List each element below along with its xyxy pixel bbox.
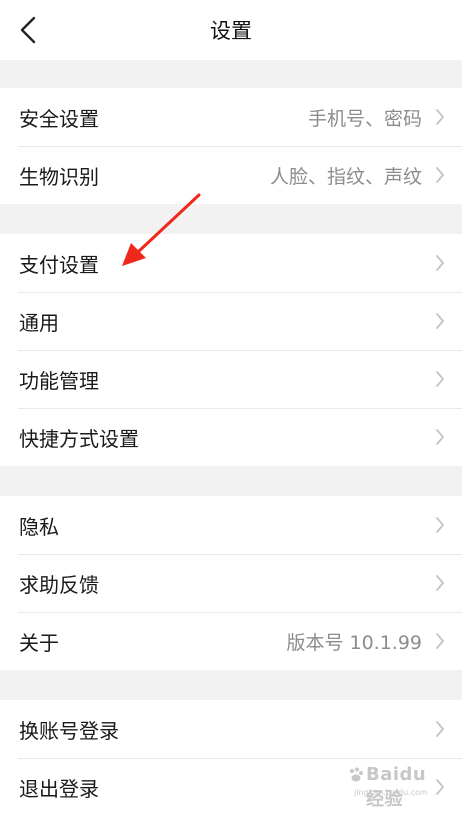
settings-item-shortcuts[interactable]: 快捷方式设置 bbox=[0, 408, 462, 466]
settings-item-label: 通用 bbox=[19, 310, 59, 335]
chevron-right-icon bbox=[434, 631, 446, 651]
settings-item-privacy[interactable]: 隐私 bbox=[0, 496, 462, 554]
settings-item-value: 手机号、密码 bbox=[307, 107, 422, 130]
settings-item-label: 换账号登录 bbox=[19, 718, 119, 743]
chevron-right-icon bbox=[434, 311, 446, 331]
page-title: 设置 bbox=[210, 19, 252, 43]
settings-group-account: 安全设置 手机号、密码 生物识别 人脸、指纹、声纹 bbox=[0, 88, 462, 204]
settings-item-value: 人脸、指纹、声纹 bbox=[269, 165, 422, 188]
settings-item-biometrics[interactable]: 生物识别 人脸、指纹、声纹 bbox=[0, 146, 462, 204]
settings-group-info: 隐私 求助反馈 关于 版本号 10.1.99 bbox=[0, 496, 462, 670]
settings-item-label: 关于 bbox=[19, 630, 59, 655]
chevron-right-icon bbox=[434, 369, 446, 389]
settings-item-payment[interactable]: 支付设置 bbox=[0, 234, 462, 292]
chevron-right-icon bbox=[434, 573, 446, 593]
settings-item-about[interactable]: 关于 版本号 10.1.99 bbox=[0, 612, 462, 670]
settings-item-label: 求助反馈 bbox=[19, 572, 99, 597]
chevron-right-icon bbox=[434, 777, 446, 797]
chevron-right-icon bbox=[434, 107, 446, 127]
settings-item-label: 安全设置 bbox=[19, 106, 99, 131]
chevron-right-icon bbox=[434, 253, 446, 273]
settings-item-help-feedback[interactable]: 求助反馈 bbox=[0, 554, 462, 612]
chevron-right-icon bbox=[434, 165, 446, 185]
version-value: 版本号 10.1.99 bbox=[286, 631, 422, 654]
settings-group-general: 支付设置 通用 功能管理 快捷方式设置 bbox=[0, 234, 462, 466]
settings-item-label: 隐私 bbox=[19, 514, 59, 539]
nav-bar: 设置 bbox=[0, 0, 462, 60]
chevron-right-icon bbox=[434, 719, 446, 739]
settings-item-feature-management[interactable]: 功能管理 bbox=[0, 350, 462, 408]
chevron-right-icon bbox=[434, 515, 446, 535]
chevron-right-icon bbox=[434, 427, 446, 447]
settings-item-label: 支付设置 bbox=[19, 252, 99, 277]
settings-item-label: 生物识别 bbox=[19, 164, 99, 189]
settings-item-general[interactable]: 通用 bbox=[0, 292, 462, 350]
settings-item-label: 退出登录 bbox=[19, 776, 99, 801]
settings-group-session: 换账号登录 退出登录 bbox=[0, 700, 462, 816]
settings-item-label: 快捷方式设置 bbox=[19, 426, 139, 451]
settings-item-logout[interactable]: 退出登录 bbox=[0, 758, 462, 816]
settings-item-security[interactable]: 安全设置 手机号、密码 bbox=[0, 88, 462, 146]
settings-item-switch-account[interactable]: 换账号登录 bbox=[0, 700, 462, 758]
settings-item-label: 功能管理 bbox=[19, 368, 99, 393]
